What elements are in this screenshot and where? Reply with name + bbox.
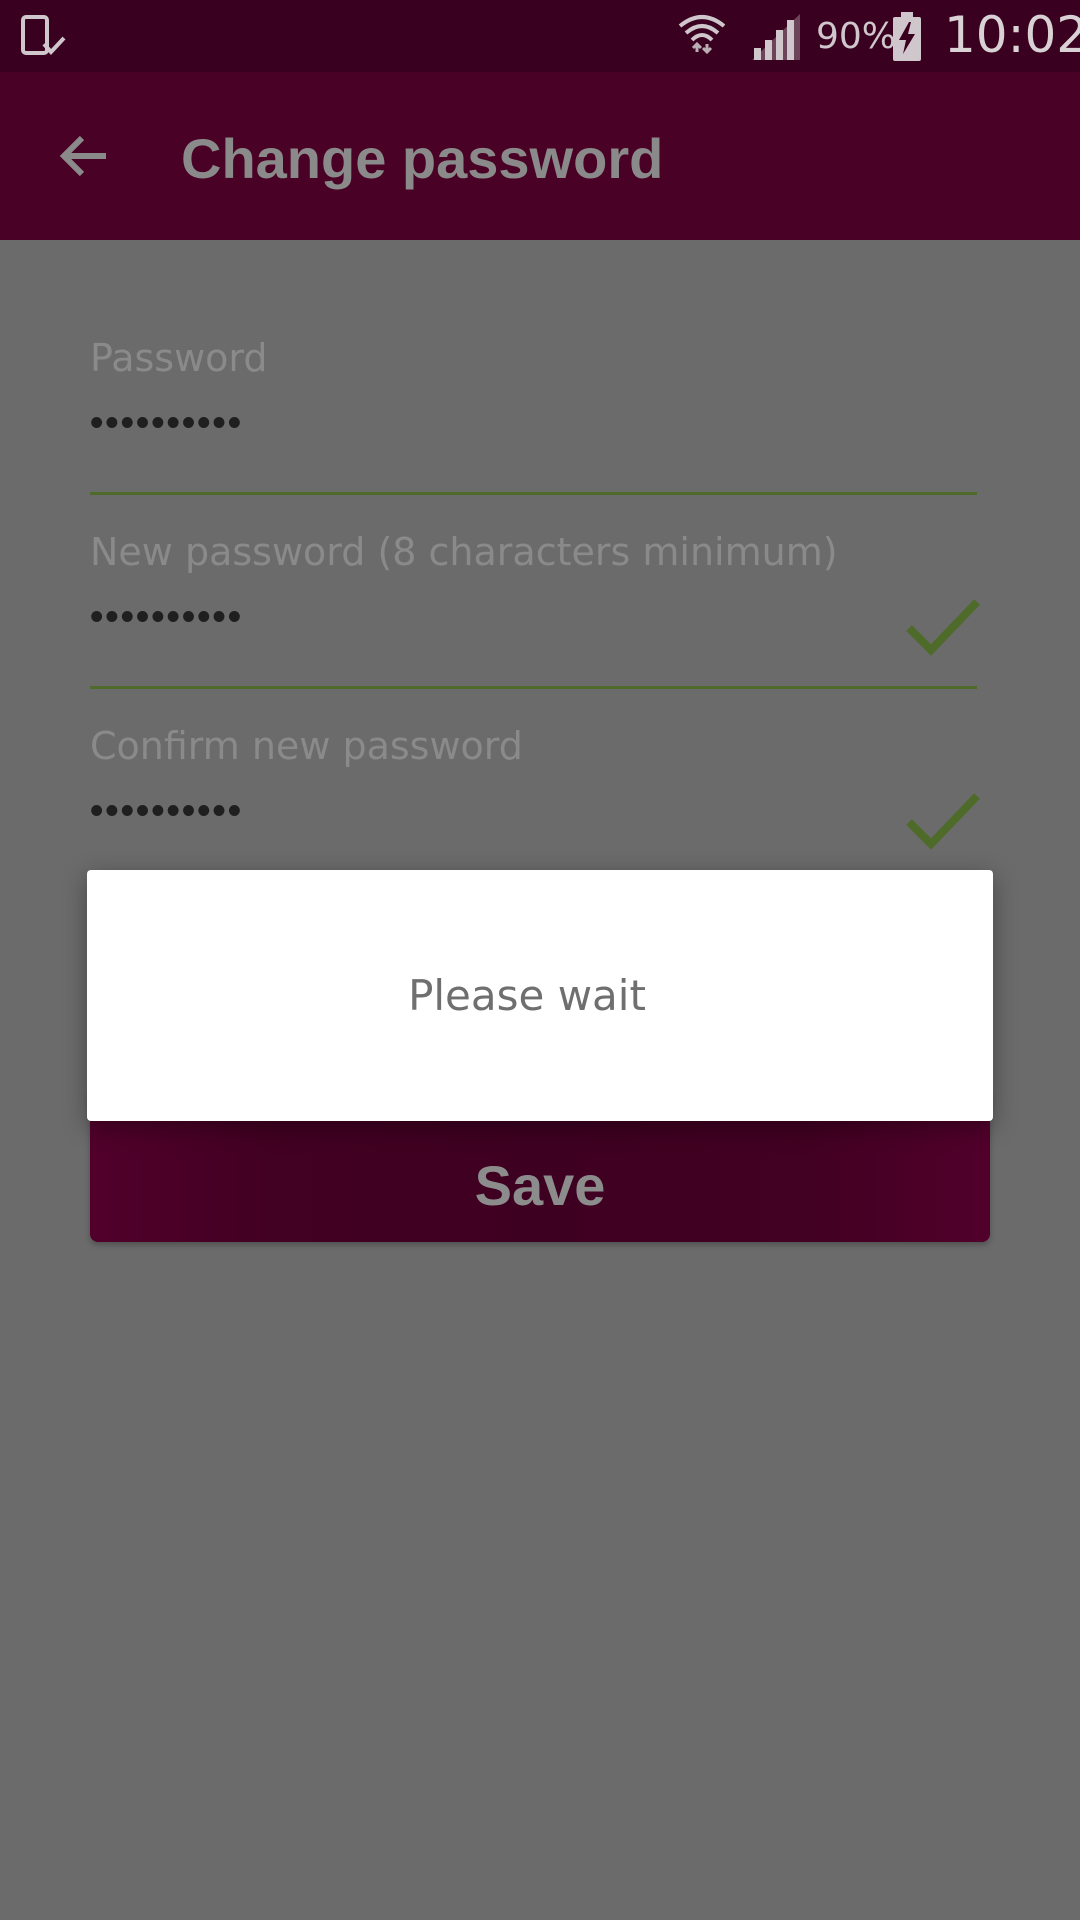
arrow-back-icon[interactable] [56,128,112,189]
page-title: Change password [181,127,664,190]
confirm-password-input[interactable]: •••••••••• [90,790,243,833]
device-check-icon [20,14,66,63]
new-password-underline [90,686,977,689]
app-bar: Change password [0,72,1080,240]
wifi-icon [676,10,728,67]
new-password-field[interactable]: New password (8 characters minimum) ••••… [90,530,980,694]
password-underline [90,492,977,495]
confirm-password-label: Confirm new password [90,724,523,768]
new-password-input[interactable]: •••••••••• [90,596,243,639]
new-password-label: New password (8 characters minimum) [90,530,838,574]
battery-percent: 90% [816,16,897,57]
check-icon [905,790,981,857]
password-label: Password [90,336,268,380]
check-icon [905,596,981,663]
dialog-message: Please wait [408,971,646,1020]
signal-icon [750,12,802,67]
battery-charging-icon [892,12,922,67]
status-bar: 90% 10:02 [0,0,1080,72]
please-wait-dialog: Please wait [87,870,993,1121]
clock: 10:02 [944,6,1080,64]
confirm-password-field[interactable]: Confirm new password •••••••••• [90,724,980,888]
password-input[interactable]: •••••••••• [90,402,243,445]
password-field[interactable]: Password •••••••••• [90,336,977,500]
